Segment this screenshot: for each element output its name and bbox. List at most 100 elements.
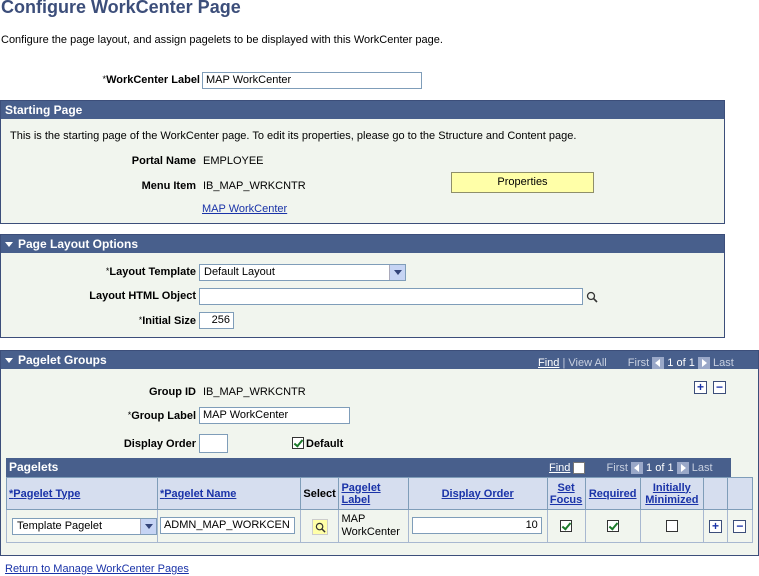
pagelet-label-line2: WorkCenter (341, 526, 400, 538)
col-display-order[interactable]: Display Order (407, 477, 548, 510)
menu-item-label: Menu Item (141, 180, 196, 192)
pagelet-label-line1: MAP (341, 513, 366, 525)
pagelets-nav: Find First 1 of 1 Last (549, 460, 713, 476)
starting-page-header: Starting Page (1, 101, 724, 119)
delete-group-button[interactable]: − (713, 381, 726, 394)
page-layout-options-title: Page Layout Options (18, 237, 139, 251)
table-row: Template Pagelet ADMN_MAP_WORKCEN MAP Wor… (6, 509, 753, 543)
pagelet-display-order-input[interactable]: 10 (411, 517, 542, 534)
properties-button[interactable]: Properties (451, 172, 594, 193)
initially-minimized-checkbox[interactable] (665, 520, 678, 532)
portal-name-label: Portal Name (131, 155, 196, 167)
portal-name-value: EMPLOYEE (203, 155, 264, 167)
group-label-input[interactable]: MAP WorkCenter (199, 407, 350, 424)
pagelets-next-icon[interactable] (676, 462, 689, 475)
lookup-icon[interactable] (586, 291, 598, 303)
pagelet-type-value: Template Pagelet (17, 520, 102, 532)
cell-select (299, 509, 340, 543)
initial-size-input[interactable]: 256 (199, 312, 234, 329)
lookup-icon (315, 522, 326, 533)
pagelet-groups-title: Pagelet Groups (18, 353, 107, 367)
collapse-icon (5, 242, 13, 248)
pagelets-previous-icon[interactable] (630, 462, 643, 475)
return-to-manage-link[interactable]: Return to Manage WorkCenter Pages (5, 563, 189, 575)
pagelets-table-header: *Pagelet Type *Pagelet Name Select Pagel… (6, 477, 753, 510)
layout-template-value: Default Layout (204, 266, 275, 278)
pagelet-groups-nav: Find | View All First 1 of 1 Last (538, 354, 734, 372)
cell-initially-minimized (639, 509, 704, 543)
layout-html-object-input[interactable] (199, 288, 583, 305)
download-icon[interactable] (573, 462, 586, 475)
col-initially-minimized[interactable]: Initially Minimized (639, 477, 704, 510)
page-title: Configure WorkCenter Page (1, 0, 241, 17)
default-label: Default (306, 438, 344, 450)
menu-item-value: IB_MAP_WRKCNTR (203, 180, 306, 192)
starting-page-section: Starting Page This is the starting page … (0, 100, 725, 224)
cell-display-order: 10 (407, 509, 548, 543)
cell-add: + (702, 509, 729, 543)
col-pagelet-label[interactable]: Pagelet Label (338, 477, 409, 510)
set-focus-checkbox[interactable] (559, 520, 572, 532)
select-lookup-button[interactable] (311, 519, 328, 535)
col-initially-minimized-line2: Minimized (645, 493, 699, 506)
page-layout-options-section: Page Layout Options *Layout Template Def… (0, 234, 725, 338)
cell-delete: − (727, 509, 753, 543)
default-checkbox[interactable] (292, 437, 304, 449)
first-label: First (627, 357, 650, 369)
nav-separator: | (562, 357, 566, 369)
workcenter-label-label: *WorkCenter Label (60, 74, 200, 86)
col-pagelet-name-label: Pagelet Name (164, 487, 237, 500)
col-set-focus-line2: Focus (549, 493, 583, 506)
chevron-down-icon (140, 519, 156, 534)
last-label: Last (712, 357, 734, 369)
collapse-icon (5, 358, 13, 364)
previous-icon[interactable] (652, 357, 665, 370)
row-range: 1 of 1 (667, 357, 695, 369)
next-icon[interactable] (697, 357, 710, 370)
layout-template-select[interactable]: Default Layout (199, 264, 406, 281)
col-delete (727, 477, 753, 510)
col-pagelet-label-line1: Pagelet (341, 481, 381, 494)
display-order-input[interactable] (199, 434, 228, 453)
cell-pagelet-type: Template Pagelet (6, 509, 158, 543)
pagelets-find-link[interactable]: Find (549, 462, 570, 474)
display-order-label: Display Order (123, 438, 196, 450)
cell-pagelet-name: ADMN_MAP_WORKCEN (156, 509, 301, 543)
group-id-label: Group ID (148, 386, 196, 398)
pagelets-header: Pagelets Find First 1 of 1 Last (6, 458, 731, 477)
page-description: Configure the page layout, and assign pa… (1, 34, 443, 46)
col-pagelet-type[interactable]: *Pagelet Type (6, 477, 158, 510)
map-workcenter-link[interactable]: MAP WorkCenter (202, 203, 287, 215)
workcenter-label-input[interactable]: MAP WorkCenter (202, 72, 422, 89)
pagelets-row-range: 1 of 1 (646, 462, 674, 474)
col-add (702, 477, 729, 510)
pagelets-last-label: Last (691, 462, 713, 474)
pagelets-first-label: First (606, 462, 628, 474)
cell-required (584, 509, 641, 543)
find-link[interactable]: Find (538, 357, 559, 369)
col-required[interactable]: Required (584, 477, 641, 510)
col-select: Select (299, 477, 340, 510)
page-layout-options-header[interactable]: Page Layout Options (1, 235, 724, 253)
col-set-focus-line1: Set (557, 481, 575, 494)
pagelets-table: *Pagelet Type *Pagelet Name Select Pagel… (6, 477, 753, 543)
pagelet-name-input[interactable]: ADMN_MAP_WORKCEN (159, 517, 295, 534)
add-group-button[interactable]: + (694, 381, 707, 394)
col-set-focus[interactable]: Set Focus (546, 477, 586, 510)
pagelets-title: Pagelets (9, 460, 59, 474)
workcenter-label-text: WorkCenter Label (106, 74, 200, 86)
group-id-value: IB_MAP_WRKCNTR (203, 386, 306, 398)
pagelet-groups-section: Pagelet Groups Find | View All First 1 o… (0, 350, 759, 556)
view-all-link[interactable]: View All (568, 357, 606, 369)
pagelet-type-select[interactable]: Template Pagelet (12, 518, 157, 535)
col-pagelet-name[interactable]: *Pagelet Name (156, 477, 301, 510)
cell-set-focus (546, 509, 586, 543)
initial-size-text: Initial Size (142, 315, 196, 327)
layout-template-text: Layout Template (109, 266, 196, 278)
delete-row-button[interactable]: − (733, 520, 747, 533)
cell-pagelet-label: MAP WorkCenter (338, 509, 409, 543)
col-pagelet-label-line2: Label (341, 493, 371, 506)
chevron-down-icon (389, 265, 405, 280)
required-checkbox[interactable] (606, 520, 619, 532)
add-row-button[interactable]: + (708, 520, 722, 533)
